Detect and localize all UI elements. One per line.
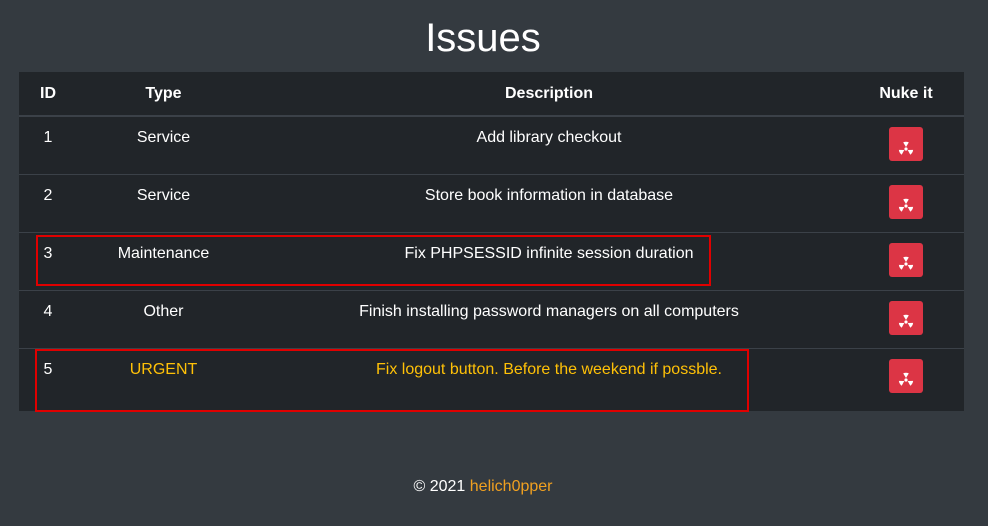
table-row: 3 Maintenance Fix PHPSESSID infinite ses… <box>19 231 964 290</box>
issue-description: Add library checkout <box>476 129 622 146</box>
footer: © 2021 helich0pper <box>0 478 966 496</box>
radiation-icon <box>898 256 914 270</box>
issue-id: 1 <box>43 129 53 146</box>
table-row: 1 Service Add library checkout <box>19 116 964 174</box>
issues-page: Issues ID Type Description Nuke it 1 Ser… <box>0 0 988 526</box>
page-title: Issues <box>425 16 541 60</box>
copyright-text: © 2021 <box>413 478 466 495</box>
nuke-button[interactable] <box>889 300 923 335</box>
nuke-cell <box>848 116 964 174</box>
nuke-button[interactable] <box>889 358 923 393</box>
issue-id: 2 <box>19 173 77 232</box>
header-nuke: Nuke it <box>848 72 964 117</box>
issue-description: Finish installing password managers on a… <box>250 289 848 348</box>
table-header-row: ID Type Description Nuke it <box>19 72 964 117</box>
issue-id: 5 <box>19 347 77 406</box>
issue-description: Fix logout button. Before the weekend if… <box>250 347 848 406</box>
table-row: 5 URGENT Fix logout button. Before the w… <box>19 347 964 406</box>
radiation-icon <box>898 141 914 155</box>
issue-type: URGENT <box>77 347 250 406</box>
issue-id: 4 <box>19 289 77 348</box>
issue-type: Other <box>77 289 250 348</box>
nuke-cell <box>848 289 964 348</box>
issue-type: Service <box>77 173 250 232</box>
radiation-icon <box>898 372 914 386</box>
header-id: ID <box>19 72 77 117</box>
nuke-button[interactable] <box>889 242 923 277</box>
issue-description: Store book information in database <box>250 173 848 232</box>
nuke-cell <box>848 347 964 406</box>
issue-type: Maintenance <box>77 231 250 290</box>
author-link[interactable]: helich0pper <box>470 478 553 495</box>
radiation-icon <box>898 314 914 328</box>
issue-description: Fix PHPSESSID infinite session duration <box>250 231 848 290</box>
nuke-button[interactable] <box>889 184 923 219</box>
nuke-cell <box>848 231 964 290</box>
nuke-button[interactable] <box>889 127 923 161</box>
header-description: Description <box>250 72 848 117</box>
table-row: 4 Other Finish installing password manag… <box>19 289 964 348</box>
nuke-cell <box>848 173 964 232</box>
radiation-icon <box>898 198 914 212</box>
header-type: Type <box>77 72 250 117</box>
table-row: 2 Service Store book information in data… <box>19 173 964 232</box>
issues-table-container: ID Type Description Nuke it 1 Service Ad… <box>19 72 964 411</box>
issue-id: 3 <box>19 231 77 290</box>
issues-table: ID Type Description Nuke it 1 Service Ad… <box>19 72 964 406</box>
issue-type: Service <box>136 129 191 146</box>
